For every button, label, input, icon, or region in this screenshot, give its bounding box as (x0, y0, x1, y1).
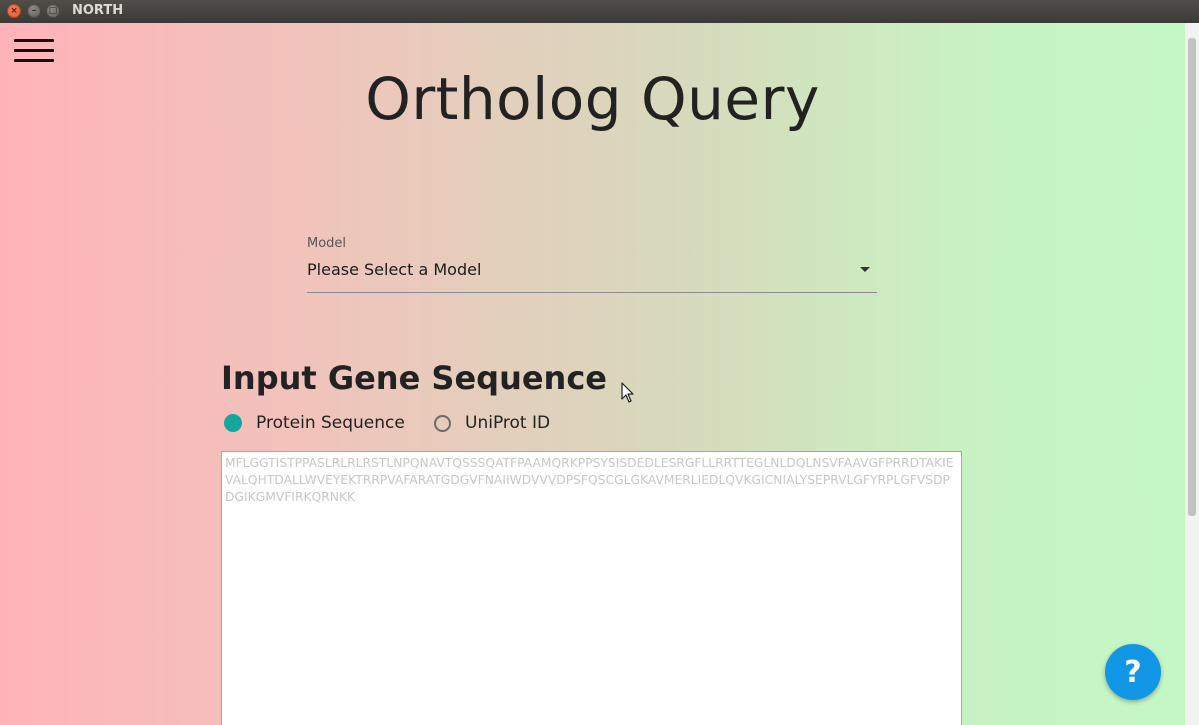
radio-label: Protein Sequence (256, 413, 405, 433)
model-label: Model (307, 236, 347, 251)
window-maximize-button[interactable]: □ (46, 4, 60, 18)
sequence-input[interactable] (221, 451, 962, 725)
hamburger-menu-icon[interactable] (14, 39, 54, 65)
window-titlebar: × – □ NORTH (0, 0, 1199, 23)
radio-uniprot-id[interactable]: UniProt ID (434, 411, 550, 435)
window-minimize-button[interactable]: – (27, 4, 41, 18)
model-select[interactable]: Please Select a Model (307, 255, 877, 293)
window-close-button[interactable]: × (7, 4, 21, 18)
mouse-cursor-icon (621, 382, 634, 403)
radio-label: UniProt ID (465, 413, 551, 433)
window-title: NORTH (72, 3, 124, 18)
help-button[interactable]: ? (1105, 644, 1161, 700)
radio-unchecked-icon (434, 414, 451, 432)
model-selected-value: Please Select a Model (307, 260, 482, 279)
vertical-scrollbar[interactable] (1185, 23, 1199, 725)
radio-checked-icon (224, 414, 242, 432)
app-content: Ortholog Query Model Please Select a Mod… (0, 23, 1199, 725)
dropdown-arrow-icon (860, 267, 870, 272)
radio-protein-sequence[interactable]: Protein Sequence (224, 411, 405, 435)
section-title: Input Gene Sequence (221, 359, 607, 397)
help-icon: ? (1124, 654, 1142, 690)
page-title: Ortholog Query (365, 65, 820, 133)
scrollbar-thumb[interactable] (1188, 38, 1196, 516)
